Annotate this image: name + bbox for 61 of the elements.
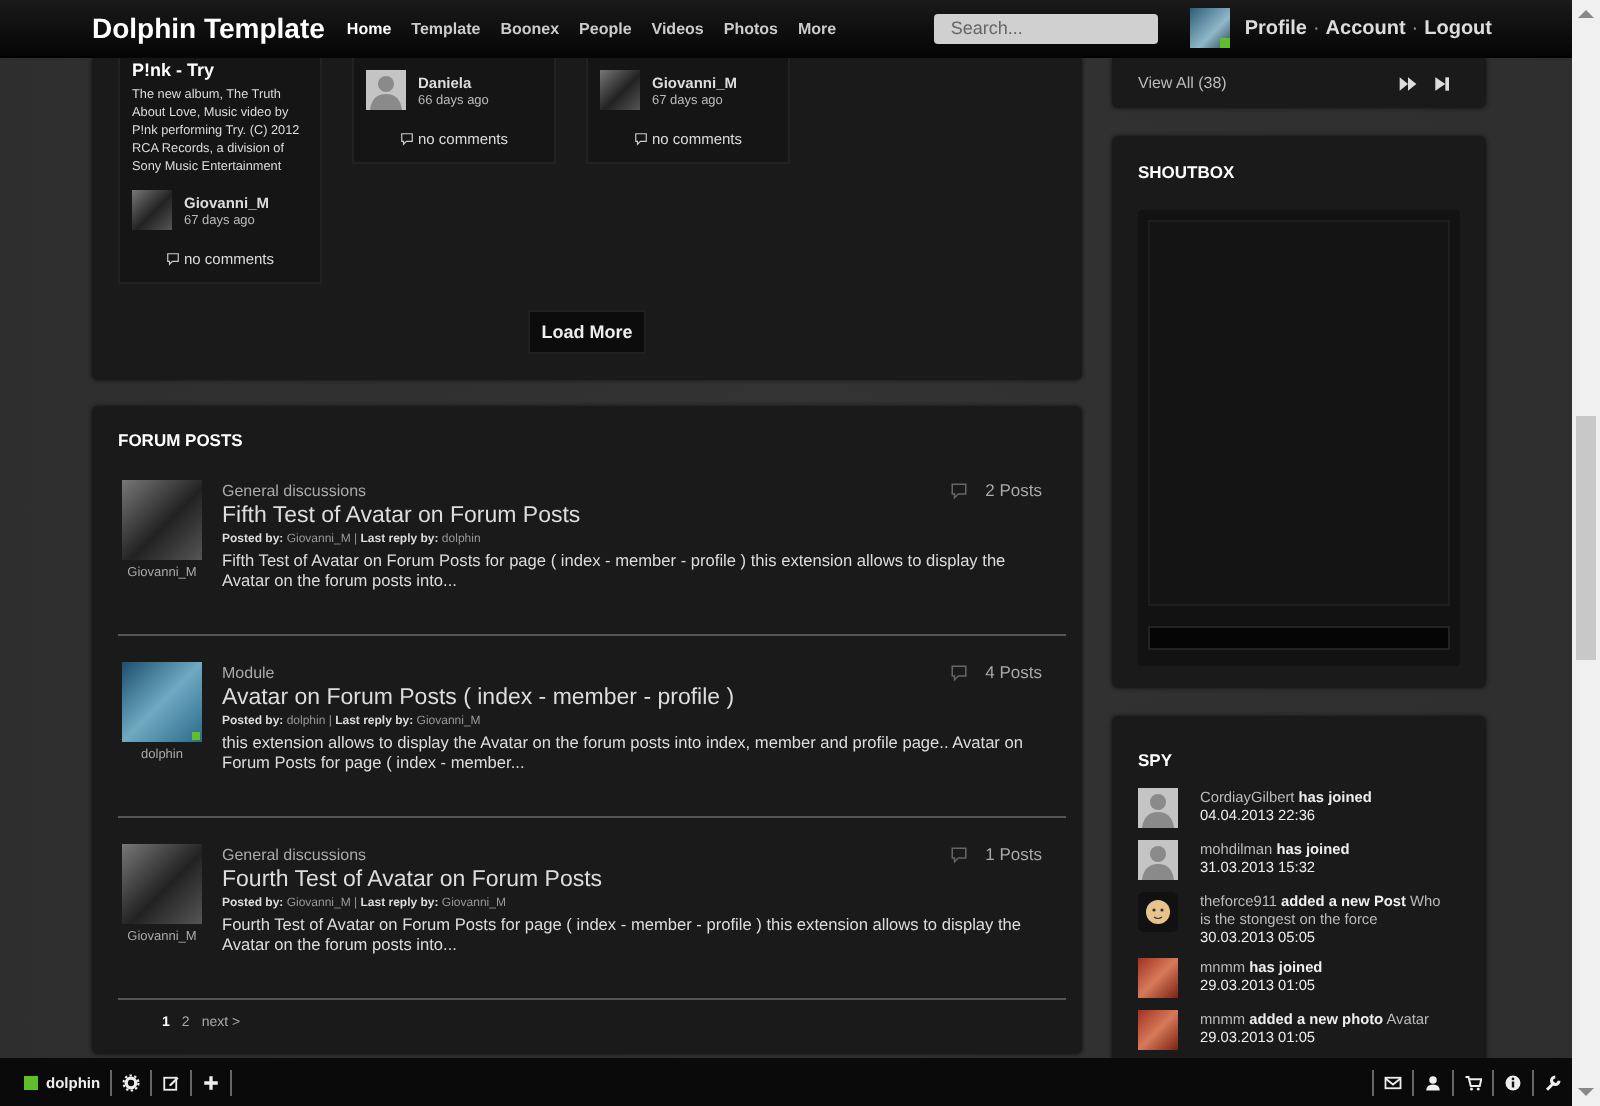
edit-icon[interactable] — [162, 1073, 181, 1091]
post-count: 4 Posts — [985, 662, 1042, 682]
photo-placeholder — [1138, 958, 1178, 998]
scrollbar-thumb[interactable] — [1576, 416, 1596, 660]
nav-link[interactable]: Boonex — [500, 19, 560, 37]
fast-forward-icon[interactable] — [1398, 73, 1418, 93]
person-icon[interactable] — [1424, 1073, 1442, 1091]
nav-link[interactable]: People — [579, 19, 632, 37]
topic-title-link[interactable]: Avatar on Forum Posts ( index - member - profile ) — [222, 686, 1042, 710]
speech-bubble-icon — [165, 252, 180, 266]
nav-link[interactable]: Photos — [723, 19, 778, 37]
speech-bubble-icon — [399, 132, 414, 146]
avatar-silhouette-icon — [366, 70, 406, 110]
avatar-silhouette-icon — [1138, 840, 1178, 880]
speech-bubble-icon — [633, 132, 648, 146]
avatar-silhouette-icon — [1138, 788, 1178, 828]
scrollbar[interactable] — [1572, 0, 1600, 1106]
user-menu-link[interactable]: Logout — [1424, 17, 1492, 39]
post-title[interactable]: P!nk - Try — [132, 60, 308, 80]
panel-title: SHOUTBOX — [1138, 162, 1237, 182]
topic-title-link[interactable]: Fourth Test of Avatar on Forum Posts — [222, 868, 1042, 892]
user-menu-link[interactable]: Profile — [1244, 17, 1307, 39]
nav-link[interactable]: More — [797, 19, 837, 37]
photo-placeholder — [132, 190, 172, 230]
info-icon[interactable] — [1504, 1073, 1522, 1091]
user-menu-link[interactable]: Account — [1325, 17, 1406, 39]
cart-icon[interactable] — [1464, 1073, 1482, 1091]
speech-bubble-icon — [949, 663, 968, 681]
panel-title: SPY — [1138, 750, 1175, 770]
post-count: 2 Posts — [985, 480, 1042, 500]
forum-category-link[interactable]: Module — [222, 663, 275, 681]
speech-bubble-icon — [949, 481, 968, 499]
separator-dot: · — [1312, 17, 1320, 39]
cartoon-avatar-icon — [1138, 892, 1178, 932]
forum-category-link[interactable]: General discussions — [222, 481, 367, 499]
speech-bubble-icon — [949, 845, 968, 863]
search-field[interactable]: Search... — [934, 13, 1159, 43]
photo-placeholder — [1138, 1010, 1178, 1050]
nav-link[interactable]: Template — [411, 19, 481, 37]
separator-dot: · — [1411, 17, 1419, 39]
gear-icon[interactable] — [122, 1073, 141, 1091]
post-count: 1 Posts — [985, 844, 1042, 864]
site-logo[interactable]: Dolphin Template — [92, 12, 325, 44]
panel-title: FORUM POSTS — [118, 430, 245, 450]
scroll-down-icon[interactable] — [1578, 1088, 1594, 1096]
nav-link[interactable]: Videos — [651, 19, 704, 37]
wrench-icon[interactable] — [1544, 1073, 1562, 1091]
skip-to-end-icon[interactable] — [1432, 73, 1452, 93]
plus-icon[interactable] — [202, 1073, 221, 1091]
forum-category-link[interactable]: General discussions — [222, 845, 367, 863]
mail-icon[interactable] — [1384, 1073, 1402, 1091]
topic-title-link[interactable]: Fifth Test of Avatar on Forum Posts — [222, 504, 1042, 528]
post-excerpt: this extension allows to display the Avatar on the forum posts into index, member and profile page.. Avatar on Forum Posts for page ( index - member... — [222, 732, 1025, 772]
post-excerpt: Fifth Test of Avatar on Forum Posts for page ( index - member - profile ) this extension allows to display the Avatar on the forum posts into... — [222, 550, 1008, 590]
view-all-link[interactable]: View All (38) — [1138, 74, 1227, 92]
nav-link[interactable]: Home — [346, 19, 392, 37]
message-input-field[interactable] — [1148, 626, 1450, 650]
post-excerpt: Fourth Test of Avatar on Forum Posts for page ( index - member - profile ) this extension allows to display the Avatar on the forum posts into... — [222, 914, 1024, 954]
load-more-button[interactable]: Load More — [527, 310, 647, 354]
scroll-up-icon[interactable] — [1578, 10, 1594, 18]
photo-placeholder — [600, 70, 640, 110]
